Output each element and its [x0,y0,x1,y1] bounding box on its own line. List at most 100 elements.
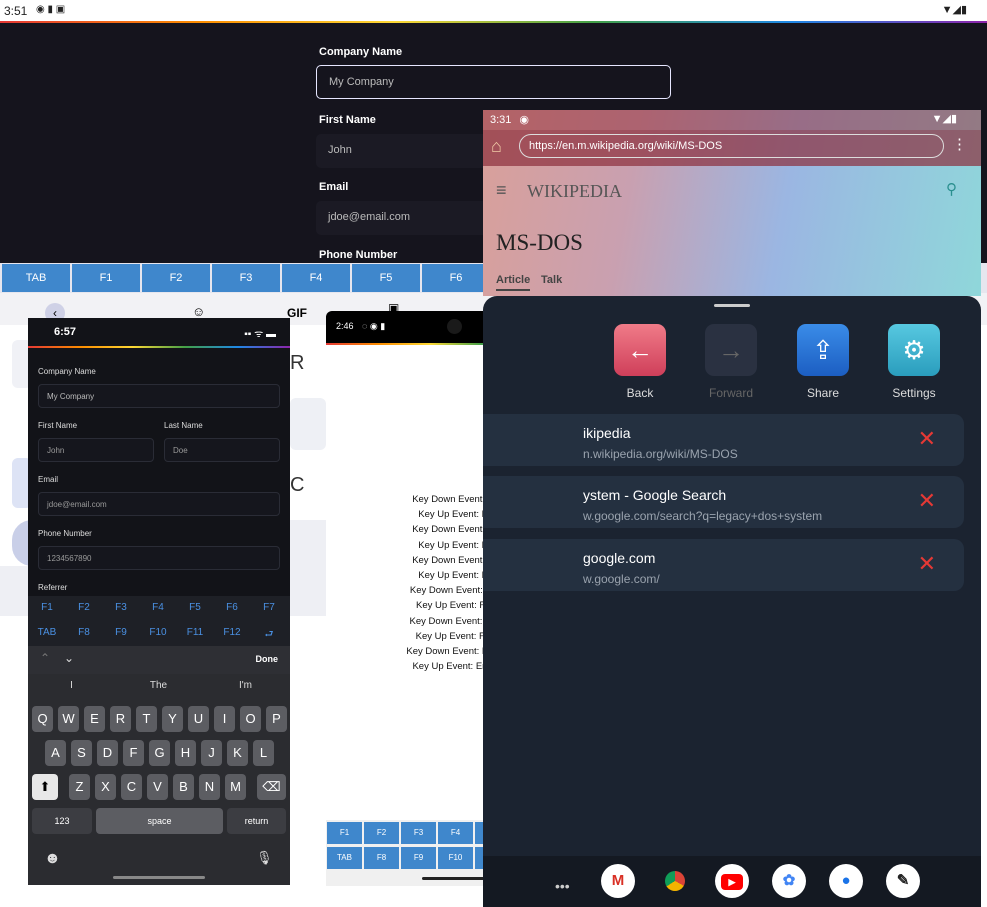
tab-talk[interactable]: Talk [541,274,562,286]
key-z[interactable]: Z [69,774,90,800]
close-icon[interactable]: ✕ [918,426,936,452]
chrome-icon[interactable] [658,864,692,898]
mic-icon[interactable]: 🎙 [256,850,273,866]
fkey-tab[interactable]: TAB [2,264,70,292]
done-button[interactable]: Done [256,654,279,664]
fkey-f5[interactable]: F5 [180,602,210,613]
fkey-f4[interactable]: F4 [282,264,350,292]
key-m[interactable]: M [225,774,246,800]
key-a[interactable]: A [45,740,66,766]
close-icon[interactable]: ✕ [918,551,936,577]
fkey-f3[interactable]: F3 [212,264,280,292]
key-n[interactable]: N [199,774,220,800]
history-item[interactable]: google.com w.google.com/ ✕ [483,539,964,591]
share-action[interactable]: ⇪ Share [796,324,850,400]
fkey-f9[interactable]: F9 [401,847,436,869]
chevron-up-icon[interactable]: ⌃ [40,651,50,665]
fkey-tab[interactable]: TAB [32,627,62,638]
close-icon[interactable]: ✕ [918,488,936,514]
key-k[interactable]: K [227,740,248,766]
gif-button[interactable]: GIF [287,306,307,320]
fkey-f7[interactable]: F7 [254,602,284,613]
shift-key[interactable]: ⬆ [32,774,58,800]
key-d[interactable]: D [97,740,118,766]
key-t[interactable]: T [136,706,157,732]
key-r[interactable]: R [110,706,131,732]
phone-input[interactable]: 1234567890 [38,546,280,570]
key-y[interactable]: Y [162,706,183,732]
app-icon[interactable]: ✎ [886,864,920,898]
forward-action[interactable]: → Forward [704,324,758,400]
key-f[interactable]: F [123,740,144,766]
youtube-icon[interactable]: ▶ [715,864,749,898]
fkey-f2[interactable]: F2 [142,264,210,292]
fkey-f4[interactable]: F4 [438,822,473,844]
settings-action[interactable]: ⚙ Settings [887,324,941,400]
fkey-f9[interactable]: F9 [106,627,136,638]
last-name-input[interactable]: Doe [164,438,280,462]
key-i[interactable]: I [214,706,235,732]
menu-icon[interactable]: ≡ [496,180,507,201]
gmail-icon[interactable]: M [601,864,635,898]
fkey-f6[interactable]: F6 [422,264,490,292]
photos-icon[interactable]: ✿ [772,864,806,898]
messages-icon[interactable]: ● [829,864,863,898]
fkey-f11[interactable]: F11 [180,627,210,638]
key-o[interactable]: O [240,706,261,732]
key-s[interactable]: S [71,740,92,766]
tab-article[interactable]: Article [496,274,531,291]
more-vert-icon[interactable]: ⋮ [952,135,967,153]
prediction[interactable]: I [28,680,115,691]
fkey-tab[interactable]: TAB [327,847,362,869]
key-h[interactable]: H [175,740,196,766]
search-icon[interactable]: ⚲ [946,180,957,198]
back-action[interactable]: ← Back [613,324,667,400]
fkey-f12[interactable]: F12 [217,627,247,638]
key-l[interactable]: L [253,740,274,766]
key-c[interactable]: C [121,774,142,800]
prediction[interactable]: I'm [202,680,289,691]
key-q[interactable]: Q [32,706,53,732]
key-w[interactable]: W [58,706,79,732]
key-u[interactable]: U [188,706,209,732]
fkey-f10[interactable]: F10 [438,847,473,869]
fkey-f1[interactable]: F1 [327,822,362,844]
company-input[interactable]: My Company [38,384,280,408]
fkey-f3[interactable]: F3 [106,602,136,613]
key-e[interactable]: E [84,706,105,732]
sheet-handle[interactable] [714,304,750,307]
fkey-f1[interactable]: F1 [72,264,140,292]
key-j[interactable]: J [201,740,222,766]
fkey-f8[interactable]: F8 [364,847,399,869]
return-key[interactable]: return [227,808,286,834]
fkey-f2[interactable]: F2 [69,602,99,613]
company-input[interactable]: My Company [316,65,671,99]
first-name-input[interactable]: John [38,438,154,462]
chevron-down-icon[interactable]: ⌄ [64,651,74,665]
backspace-key[interactable]: ⌫ [257,774,286,800]
more-horiz-icon[interactable]: ••• [555,878,570,894]
key-p[interactable]: P [266,706,287,732]
enter-key[interactable]: ⮐ [254,627,284,644]
fkey-f2[interactable]: F2 [364,822,399,844]
url-input[interactable]: https://en.m.wikipedia.org/wiki/MS-DOS [519,134,944,158]
fkey-f8[interactable]: F8 [69,627,99,638]
key-123[interactable]: 123 [32,808,92,834]
fkey-f1[interactable]: F1 [32,602,62,613]
fkey-f3[interactable]: F3 [401,822,436,844]
key-x[interactable]: X [95,774,116,800]
key-v[interactable]: V [147,774,168,800]
fkey-f6[interactable]: F6 [217,602,247,613]
emoji-icon[interactable]: ☻ [44,850,61,868]
key-g[interactable]: G [149,740,170,766]
home-icon[interactable]: ⌂ [491,136,502,157]
fkey-f10[interactable]: F10 [143,627,173,638]
sticker-icon[interactable]: ☺ [192,304,205,319]
email-input[interactable]: jdoe@email.com [38,492,280,516]
key-b[interactable]: B [173,774,194,800]
fkey-f5[interactable]: F5 [352,264,420,292]
history-item[interactable]: ystem - Google Search w.google.com/search… [483,476,964,528]
space-key[interactable]: space [96,808,223,834]
history-item[interactable]: ikipedia n.wikipedia.org/wiki/MS-DOS ✕ [483,414,964,466]
prediction[interactable]: The [115,680,202,691]
